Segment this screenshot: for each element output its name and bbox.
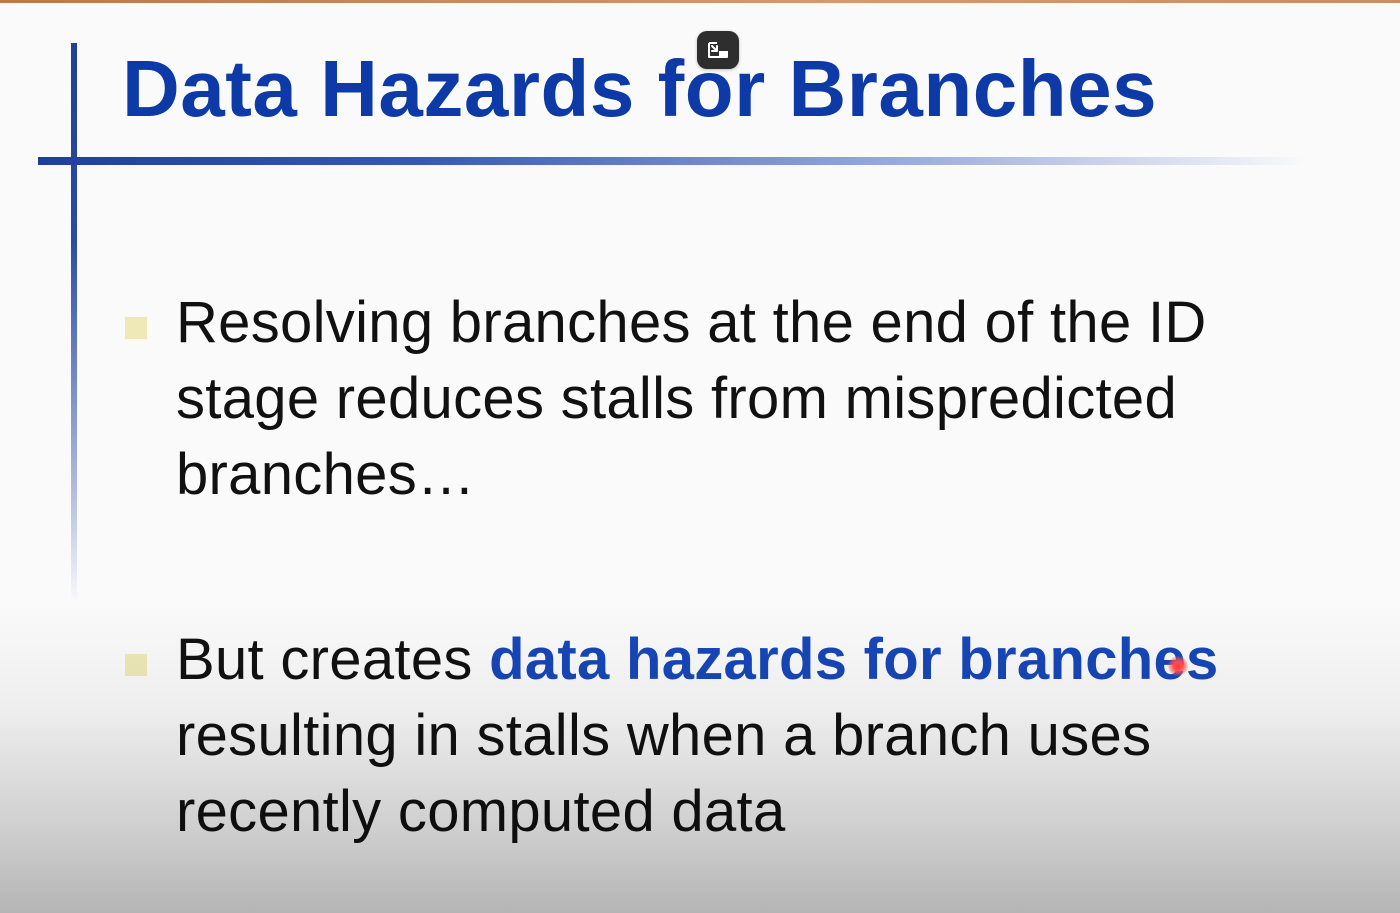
bullet-2-prefix: But creates — [176, 627, 490, 692]
exit-picture-in-picture-icon — [708, 42, 728, 58]
bullet-1-line-1: Resolving branches at the end of the ID — [176, 290, 1207, 355]
bullet-2-emphasis: data hazards for branches — [489, 627, 1219, 692]
slide-title: Data Hazards for Branches — [122, 44, 1158, 133]
bullet-2-line-2: resulting in stalls when a branch uses — [176, 703, 1152, 768]
slide: Data Hazards for Branches Resolving bran… — [0, 3, 1400, 913]
bullet-2-line-1: But creates data hazards for branches — [176, 622, 1356, 698]
exit-picture-in-picture-button[interactable] — [697, 31, 739, 69]
bullet-2-text: But creates data hazards for branches re… — [176, 622, 1356, 850]
bullet-1-line-3: branches… — [176, 442, 476, 507]
vertical-rule — [71, 43, 77, 603]
bullet-marker — [125, 654, 147, 676]
title-underline-rule — [38, 157, 1308, 165]
bullet-1-line-2: stage reduces stalls from mispredicted — [176, 366, 1178, 431]
bullet-marker — [125, 317, 147, 339]
bullet-1-text: Resolving branches at the end of the ID … — [176, 285, 1356, 513]
bullet-2-line-3: recently computed data — [176, 779, 786, 844]
